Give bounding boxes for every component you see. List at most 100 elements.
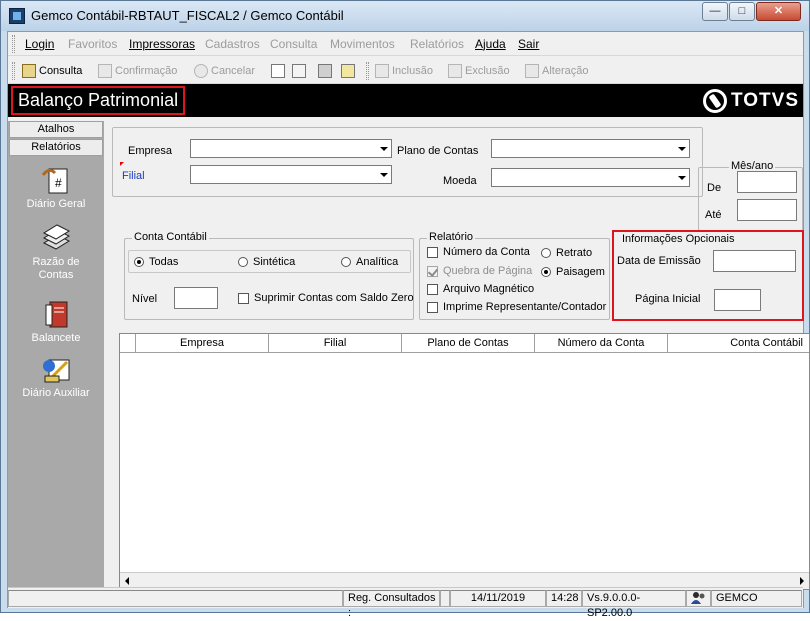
relatorio-legend: Relatório (427, 231, 476, 243)
menu-bar: Login Favoritos Impressoras Cadastros Co… (8, 32, 803, 56)
exclusao-button: Exclusão (448, 62, 510, 80)
search-icon (22, 64, 36, 78)
preview-button[interactable] (341, 62, 355, 80)
app-window: Gemco Contábil-RBTAUT_FISCAL2 / Gemco Co… (0, 0, 810, 619)
radio-analiticas[interactable]: Analítica (341, 256, 398, 268)
export-button[interactable] (292, 62, 306, 80)
add-record-icon (375, 64, 389, 78)
nivel-label: Nível (132, 293, 158, 305)
status-user: GEMCO (711, 590, 802, 607)
sidebar-item-label: Diário Geral (26, 198, 86, 210)
tab-atalhos[interactable]: Atalhos (9, 121, 103, 138)
new-document-button[interactable] (271, 62, 285, 80)
confirmacao-button: Confirmação (98, 62, 177, 80)
status-bar: Reg. Consultados : 14/11/2019 14:28 Vs.9… (8, 587, 803, 619)
page-title: Balanço Patrimonial (11, 86, 186, 115)
moeda-label: Moeda (443, 175, 477, 187)
sidebar-item-balancete[interactable]: Balancete (10, 299, 102, 345)
moeda-combo[interactable] (491, 168, 690, 187)
book-stack-icon (41, 223, 71, 253)
sidebar-item-diario-geral[interactable]: # Diário Geral (10, 165, 102, 211)
radio-todas[interactable]: Todas (134, 256, 178, 268)
menu-sair[interactable]: Sair (518, 37, 539, 51)
plano-label: Plano de Contas (397, 145, 479, 157)
data-emissao-label: Data de Emissão (617, 255, 701, 267)
opcionais-group: Informações Opcionais Data de Emissão Pá… (612, 230, 804, 321)
toolbar-grip (12, 62, 15, 80)
column-filial[interactable]: Filial (269, 334, 402, 353)
suprimir-checkbox[interactable]: Suprimir Contas com Saldo Zero (238, 292, 414, 304)
nivel-input[interactable] (174, 287, 218, 309)
menu-impressoras[interactable]: Impressoras (129, 37, 195, 51)
filial-label: Filial (122, 170, 145, 182)
grid-header: Empresa Filial Plano de Contas Número da… (120, 334, 809, 353)
grid-indicator-header (120, 334, 136, 353)
menu-cadastros: Cadastros (205, 37, 260, 51)
radio-retrato[interactable]: Retrato (541, 247, 592, 259)
ate-input[interactable] (737, 199, 797, 221)
edit-record-icon (525, 64, 539, 78)
reg-consultados-label: Reg. Consultados : (343, 590, 440, 619)
new-document-icon (271, 64, 285, 78)
chevron-down-icon[interactable] (375, 166, 391, 183)
data-emissao-input[interactable] (713, 250, 796, 272)
print-button[interactable] (318, 62, 332, 80)
status-date: 14/11/2019 (450, 590, 546, 607)
cancel-icon (194, 64, 208, 78)
ledger-hash-icon: # (41, 165, 71, 195)
imprime-representante-checkbox[interactable]: Imprime Representante/Contador (427, 301, 606, 313)
app-icon (9, 8, 25, 24)
menu-login[interactable]: Login (25, 37, 54, 51)
close-button[interactable]: ✕ (756, 2, 801, 21)
toolbar-separator (366, 62, 369, 80)
column-plano[interactable]: Plano de Contas (402, 334, 535, 353)
radio-paisagem[interactable]: Paisagem (541, 266, 605, 278)
chevron-down-icon[interactable] (375, 140, 391, 157)
svg-text:#: # (55, 176, 62, 190)
plano-combo[interactable] (491, 139, 690, 158)
pagina-inicial-label: Página Inicial (635, 293, 701, 305)
de-label: De (707, 182, 722, 194)
menu-ajuda[interactable]: Ajuda (475, 37, 506, 51)
aux-journal-icon (41, 354, 71, 384)
sidebar-item-label: Razão de Contas (32, 256, 80, 281)
column-empresa[interactable]: Empresa (136, 334, 269, 353)
minimize-button[interactable]: — (702, 2, 728, 21)
empresa-combo[interactable] (190, 139, 392, 158)
menu-favoritos: Favoritos (68, 37, 118, 51)
sidebar-item-razao-contas[interactable]: Razão de Contas (10, 223, 102, 282)
numero-conta-checkbox[interactable]: Número da Conta (427, 246, 530, 258)
title-bar[interactable]: Gemco Contábil-RBTAUT_FISCAL2 / Gemco Co… (1, 1, 809, 31)
client-area: Login Favoritos Impressoras Cadastros Co… (7, 31, 810, 619)
chevron-down-icon[interactable] (673, 169, 689, 186)
reg-consultados-value (440, 590, 450, 607)
toolbar: Consulta Confirmação Cancelar Inclusão E… (8, 58, 803, 84)
radio-sinteticas[interactable]: Sintética (238, 256, 295, 268)
chevron-down-icon[interactable] (673, 140, 689, 157)
de-input[interactable] (737, 171, 797, 193)
empresa-label: Empresa (128, 145, 173, 157)
column-conta-contabil[interactable]: Conta Contábil (668, 334, 809, 353)
inclusao-button: Inclusão (375, 62, 433, 80)
column-numero-conta[interactable]: Número da Conta (535, 334, 668, 353)
maximize-button[interactable]: □ (729, 2, 755, 21)
consulta-button[interactable]: Consulta (22, 62, 82, 80)
ate-label: Até (705, 209, 722, 221)
tab-relatorios[interactable]: Relatórios (9, 139, 103, 156)
results-grid[interactable]: Empresa Filial Plano de Contas Número da… (119, 333, 810, 590)
pagina-inicial-input[interactable] (714, 289, 761, 311)
menu-relatorios: Relatórios (410, 37, 465, 51)
scroll-left-icon[interactable] (125, 577, 129, 585)
status-panel-empty (8, 590, 343, 607)
arquivo-magnetico-checkbox[interactable]: Arquivo Magnético (427, 283, 534, 295)
scroll-right-icon[interactable] (800, 577, 804, 585)
sidebar-item-diario-auxiliar[interactable]: Diário Auxiliar (10, 354, 102, 400)
balance-book-icon (41, 299, 71, 329)
save-icon (98, 64, 112, 78)
sidebar-item-label: Diário Auxiliar (22, 387, 90, 399)
menu-consulta: Consulta (270, 37, 318, 51)
report-form: Empresa Filial Plano de Contas Moeda Mês… (104, 117, 810, 590)
printer-icon (318, 64, 332, 78)
window-title: Gemco Contábil-RBTAUT_FISCAL2 / Gemco Co… (31, 8, 344, 23)
filial-combo[interactable] (190, 165, 392, 184)
